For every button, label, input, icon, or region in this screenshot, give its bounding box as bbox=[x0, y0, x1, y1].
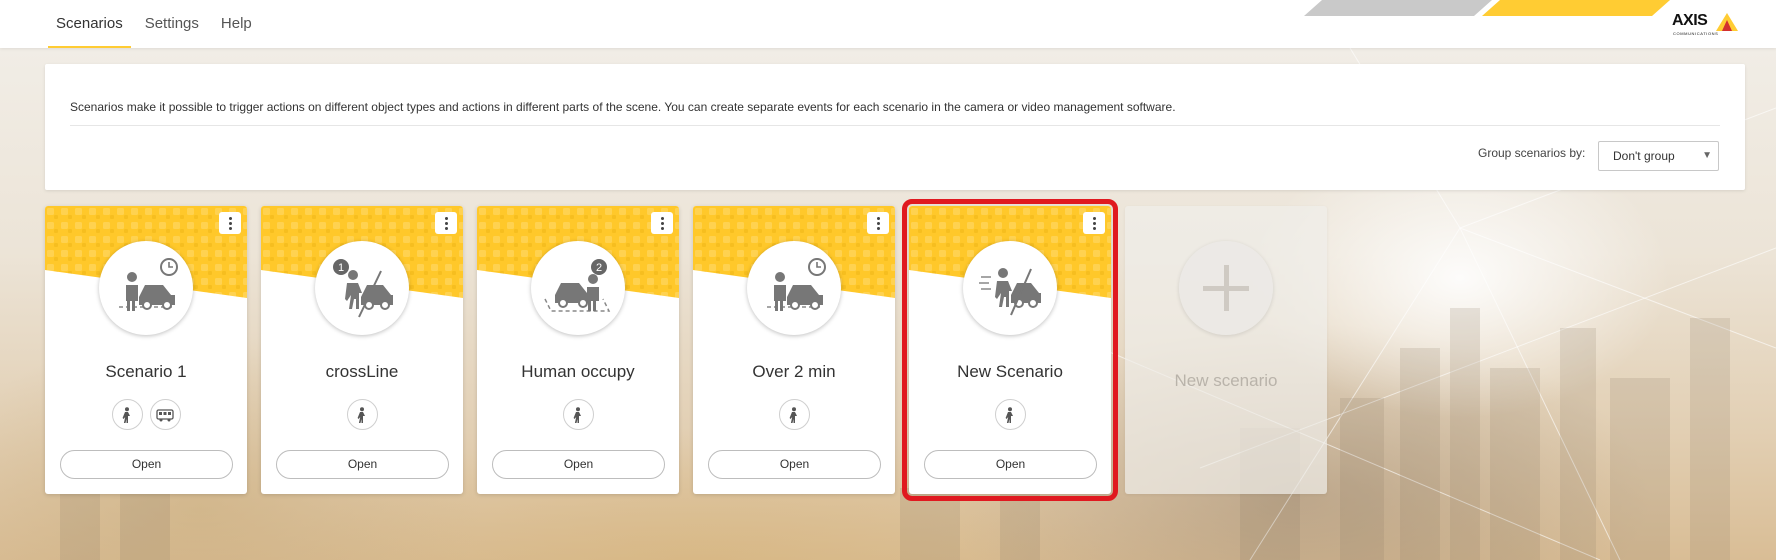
header-stripe-gray bbox=[1304, 0, 1492, 16]
scenario-title: Human occupy bbox=[521, 362, 635, 381]
info-panel: Scenarios make it possible to trigger ac… bbox=[45, 64, 1745, 190]
scenario-card[interactable]: 1 crossLine Open bbox=[261, 206, 463, 494]
scenario-card-highlighted[interactable]: New Scenario Open bbox=[902, 199, 1118, 501]
open-button[interactable]: Open bbox=[924, 450, 1097, 479]
occupancy-2-icon: 2 bbox=[531, 241, 625, 335]
human-icon bbox=[994, 399, 1026, 430]
tab-help[interactable]: Help bbox=[213, 0, 260, 48]
card-menu-button[interactable] bbox=[1083, 212, 1105, 234]
motion-crossline-icon bbox=[963, 241, 1057, 335]
new-scenario-label: New scenario bbox=[1174, 371, 1278, 390]
svg-text:2: 2 bbox=[596, 262, 602, 274]
scenario-card[interactable]: Scenario 1 Open bbox=[45, 206, 247, 494]
object-type-icons bbox=[477, 399, 679, 430]
human-icon bbox=[778, 399, 810, 430]
scenario-title: Scenario 1 bbox=[105, 362, 187, 381]
scenario-title: New Scenario bbox=[957, 362, 1063, 381]
object-type-icons bbox=[261, 399, 463, 430]
open-button[interactable]: Open bbox=[708, 450, 881, 479]
human-icon bbox=[562, 399, 594, 430]
object-type-icons bbox=[909, 399, 1111, 430]
object-type-icons bbox=[45, 399, 247, 430]
human-icon bbox=[111, 399, 143, 430]
human-icon bbox=[346, 399, 378, 430]
logo-subtext: COMMUNICATIONS bbox=[1673, 31, 1719, 36]
open-button[interactable]: Open bbox=[60, 450, 233, 479]
crossline-1-icon: 1 bbox=[315, 241, 409, 335]
object-type-icons bbox=[693, 399, 895, 430]
group-by-value: Don't group bbox=[1613, 149, 1675, 163]
dropdown-arrow-icon: ▼ bbox=[1702, 150, 1712, 161]
card-menu-button[interactable] bbox=[651, 212, 673, 234]
open-button[interactable]: Open bbox=[276, 450, 449, 479]
card-menu-button[interactable] bbox=[219, 212, 241, 234]
card-menu-button[interactable] bbox=[867, 212, 889, 234]
nav-tabs: Scenarios Settings Help bbox=[48, 0, 266, 48]
axis-logo: AXIS COMMUNICATIONS bbox=[1672, 12, 1744, 38]
area-time-icon bbox=[747, 241, 841, 335]
svg-text:1: 1 bbox=[338, 262, 344, 274]
tab-scenarios[interactable]: Scenarios bbox=[48, 0, 131, 48]
bus-icon bbox=[149, 399, 181, 430]
logo-triangle-icon bbox=[1716, 13, 1738, 31]
scenario-card[interactable]: 2 Human occupy Open bbox=[477, 206, 679, 494]
scenario-title: Over 2 min bbox=[752, 362, 836, 381]
plus-icon[interactable] bbox=[1179, 241, 1273, 335]
new-scenario-card[interactable]: New scenario bbox=[1125, 206, 1327, 494]
logo-text: AXIS bbox=[1672, 12, 1708, 29]
header-stripe-yellow bbox=[1482, 0, 1670, 16]
group-by-select[interactable]: Don't group ▼ bbox=[1598, 141, 1719, 171]
card-menu-button[interactable] bbox=[435, 212, 457, 234]
divider bbox=[70, 125, 1720, 126]
open-button[interactable]: Open bbox=[492, 450, 665, 479]
scenario-card[interactable]: Over 2 min Open bbox=[693, 206, 895, 494]
top-bar: Scenarios Settings Help AXIS COMMUNICATI… bbox=[0, 0, 1776, 48]
tab-settings[interactable]: Settings bbox=[137, 0, 207, 48]
info-description: Scenarios make it possible to trigger ac… bbox=[70, 100, 1176, 114]
group-by-label: Group scenarios by: bbox=[1478, 146, 1586, 160]
area-time-icon bbox=[99, 241, 193, 335]
scenario-title: crossLine bbox=[325, 362, 399, 381]
